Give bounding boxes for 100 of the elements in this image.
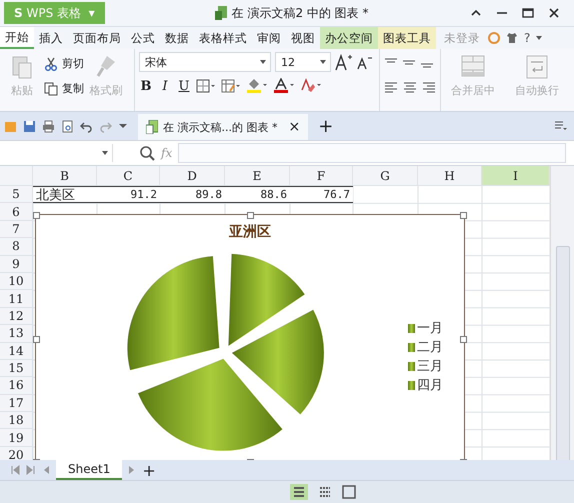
bold-button[interactable]: B bbox=[139, 78, 153, 94]
copy-button[interactable]: 复制 bbox=[44, 81, 84, 96]
undo-icon[interactable] bbox=[80, 120, 93, 132]
row-number[interactable]: 8 bbox=[0, 238, 33, 256]
column-header[interactable]: B bbox=[33, 166, 97, 186]
cut-button[interactable]: 剪切 bbox=[44, 56, 84, 71]
legend-swatch-icon bbox=[408, 324, 415, 332]
maximize-icon[interactable] bbox=[522, 8, 534, 18]
resize-handle[interactable] bbox=[33, 212, 40, 219]
text-align-icon[interactable] bbox=[422, 81, 436, 93]
legend-label: 四月 bbox=[417, 377, 443, 394]
legend-swatch-icon bbox=[408, 362, 415, 370]
formula-input-field[interactable] bbox=[178, 143, 566, 163]
row-number[interactable]: 20 bbox=[0, 446, 33, 460]
normal-view-icon[interactable] bbox=[290, 484, 308, 500]
document-tab-label: 在 演示文稿...的 图表 * bbox=[163, 120, 278, 134]
window-title: 在 演示文稿2 中的 图表 * bbox=[232, 4, 369, 22]
ribbon-tab[interactable]: 页面布局 bbox=[68, 27, 126, 49]
resize-handle[interactable] bbox=[33, 336, 40, 343]
resize-handle[interactable] bbox=[460, 336, 467, 343]
row-number[interactable]: 10 bbox=[0, 272, 33, 290]
table-cell[interactable]: 91.2 bbox=[97, 186, 160, 204]
ribbon-tab[interactable]: 表格样式 bbox=[194, 27, 252, 49]
row-number[interactable]: 17 bbox=[0, 394, 33, 412]
shirt-icon[interactable] bbox=[506, 32, 518, 44]
close-icon[interactable] bbox=[548, 8, 560, 18]
legend-label: 三月 bbox=[417, 358, 443, 375]
new-tab-button[interactable]: + bbox=[318, 116, 334, 136]
column-header[interactable]: C bbox=[97, 166, 160, 186]
row-number[interactable]: 13 bbox=[0, 325, 33, 343]
row-number[interactable]: 5 bbox=[0, 186, 33, 204]
ribbon-tab[interactable]: 公式 bbox=[126, 27, 160, 49]
font-color-icon[interactable] bbox=[273, 78, 295, 94]
column-header[interactable]: G bbox=[353, 166, 418, 186]
ribbon-tab[interactable]: 图表工具 bbox=[378, 27, 436, 49]
tab-list-icon[interactable] bbox=[554, 120, 568, 132]
row-number[interactable]: 14 bbox=[0, 342, 33, 360]
fill-color-icon[interactable] bbox=[246, 78, 268, 94]
chart-area[interactable]: 亚洲区 一月 二月 三月 四月 bbox=[35, 214, 465, 460]
chart-title: 亚洲区 bbox=[229, 223, 271, 241]
legend-swatch-icon bbox=[408, 342, 415, 352]
print-preview-icon[interactable] bbox=[61, 120, 74, 132]
ribbon-tab[interactable]: 数据 bbox=[160, 27, 194, 49]
copy-icon bbox=[44, 82, 58, 96]
wrap-text-icon bbox=[524, 54, 550, 80]
ribbon-tab[interactable]: 办公空间 bbox=[320, 27, 378, 49]
table-cell[interactable]: 76.7 bbox=[290, 186, 353, 204]
row-number[interactable]: 6 bbox=[0, 203, 33, 221]
table-style-icon[interactable] bbox=[221, 79, 241, 93]
text-align-icon[interactable] bbox=[403, 81, 417, 93]
ribbon-collapse-icon[interactable] bbox=[470, 8, 482, 18]
page-break-view-icon[interactable] bbox=[318, 485, 332, 499]
column-header[interactable]: I bbox=[482, 166, 550, 186]
row-number[interactable]: 7 bbox=[0, 220, 33, 238]
table-cell[interactable]: 北美区 bbox=[33, 186, 97, 204]
font-name-dropdown[interactable]: 宋体 bbox=[139, 52, 271, 72]
text-align-icon[interactable] bbox=[384, 81, 398, 93]
row-number[interactable]: 19 bbox=[0, 429, 33, 447]
zoom-icon[interactable] bbox=[139, 145, 155, 161]
row-number[interactable]: 18 bbox=[0, 412, 33, 430]
row-number[interactable]: 11 bbox=[0, 290, 33, 308]
ribbon-tab[interactable]: 插入 bbox=[34, 27, 68, 49]
spreadsheet-icon bbox=[146, 120, 158, 134]
row-number[interactable]: 16 bbox=[0, 377, 33, 395]
document-tab[interactable]: 在 演示文稿...的 图表 * × bbox=[138, 114, 308, 140]
scissors-icon bbox=[44, 56, 58, 70]
table-cell[interactable]: 88.6 bbox=[225, 186, 290, 204]
ribbon-tab[interactable]: 审阅 bbox=[252, 27, 286, 49]
print-icon[interactable] bbox=[42, 120, 55, 132]
legend-label: 一月 bbox=[417, 320, 443, 337]
row-number[interactable]: 12 bbox=[0, 308, 33, 326]
ribbon-tab[interactable]: 开始 bbox=[0, 27, 34, 49]
column-header[interactable]: E bbox=[225, 166, 290, 186]
resize-handle[interactable] bbox=[247, 212, 254, 219]
borders-icon[interactable] bbox=[196, 79, 216, 93]
column-header[interactable]: H bbox=[418, 166, 482, 186]
font-size-dropdown[interactable]: 12 bbox=[275, 52, 331, 72]
increase-font-icon[interactable] bbox=[335, 53, 353, 71]
row-number[interactable]: 9 bbox=[0, 256, 33, 273]
underline-button[interactable]: U bbox=[177, 78, 191, 94]
help-button[interactable]: ? bbox=[524, 31, 530, 45]
close-tab-button[interactable]: × bbox=[288, 119, 300, 135]
table-cell[interactable]: 89.8 bbox=[160, 186, 225, 204]
brush-icon bbox=[95, 54, 117, 80]
save-icon[interactable] bbox=[23, 120, 36, 132]
legend-swatch-icon bbox=[408, 380, 415, 390]
clear-format-icon[interactable] bbox=[300, 78, 322, 94]
sheet-tab[interactable]: Sheet1 bbox=[56, 460, 122, 480]
add-sheet-button[interactable]: + bbox=[142, 460, 156, 480]
legend-label: 二月 bbox=[417, 339, 443, 356]
row-number[interactable]: 15 bbox=[0, 360, 33, 378]
resize-handle[interactable] bbox=[460, 212, 467, 219]
column-header[interactable]: D bbox=[160, 166, 225, 186]
vertical-scrollbar[interactable] bbox=[550, 166, 574, 460]
ribbon-tab[interactable]: 视图 bbox=[286, 27, 320, 49]
page-view-icon[interactable] bbox=[342, 485, 356, 499]
italic-button[interactable]: I bbox=[158, 78, 172, 94]
column-header[interactable]: F bbox=[290, 166, 353, 186]
caret-icon[interactable] bbox=[536, 36, 542, 40]
customize-caret-icon[interactable] bbox=[118, 121, 128, 131]
